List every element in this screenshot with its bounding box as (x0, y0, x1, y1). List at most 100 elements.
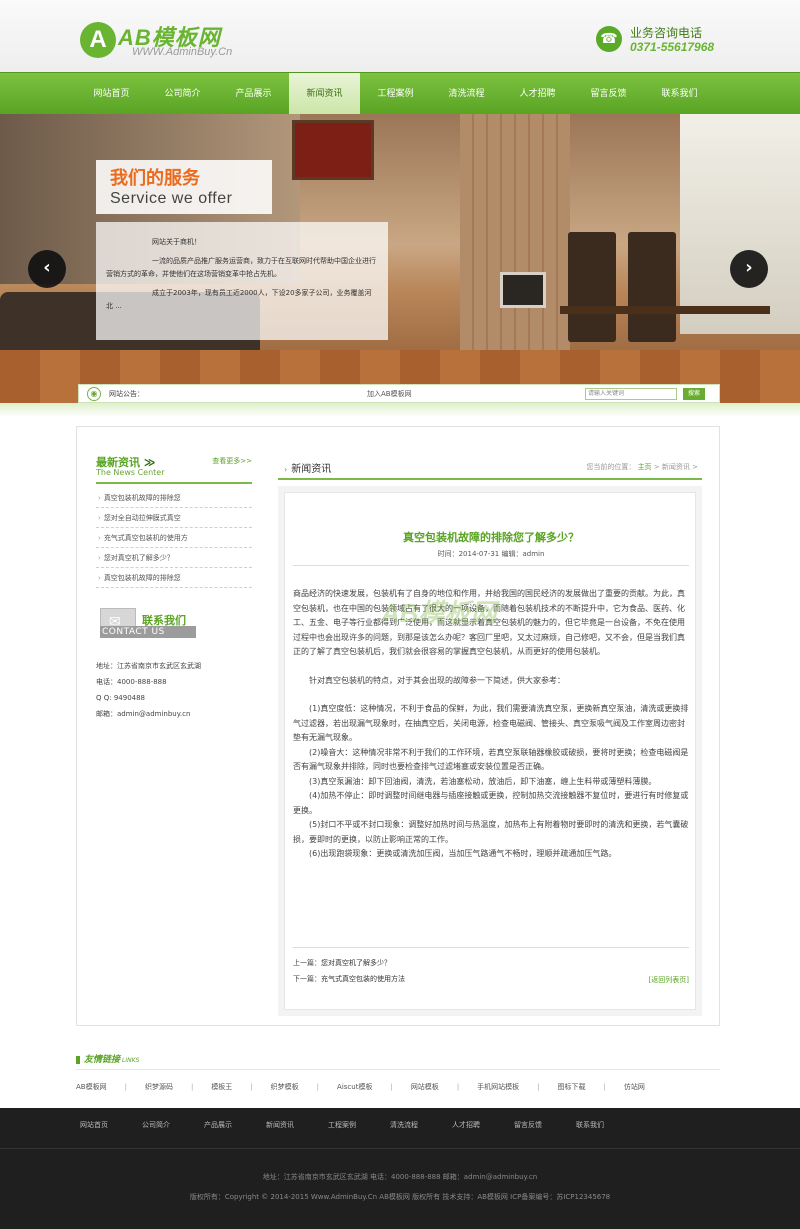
bullet-icon: › (98, 534, 101, 542)
article-paragraph: (3)真空泵漏油：卸下回油阀，清洗，若油塞松动，放油后，卸下油塞，缠上生料带或薄… (309, 776, 657, 786)
friend-links-title-en: LINKS (122, 1057, 140, 1064)
service-paragraph: 一流的品质产品推广服务运营商，致力于在互联网时代帮助中国企业进行营销方式的革命，… (106, 257, 376, 278)
logo-badge-icon: A (80, 22, 116, 58)
watermark-logo: AB模板网 (381, 598, 497, 628)
friend-link[interactable]: Aiscut模板 | (337, 1082, 393, 1092)
friend-link-label: 仿站网 (623, 1083, 645, 1091)
separator: | (316, 1083, 320, 1091)
nav-item-jobs[interactable]: 人才招聘 (502, 73, 573, 115)
friend-link[interactable]: 手机网站模板 | (477, 1082, 539, 1092)
bullet-icon: › (98, 514, 101, 522)
footer-copyright: 版权所有：Copyright © 2014-2015 Www.AdminBuy.… (189, 1193, 611, 1201)
next-article-link[interactable]: 充气式真空包装的使用方法 (321, 975, 405, 983)
friend-link-label: 织梦模板 (270, 1083, 299, 1091)
speaker-icon: ◉ (87, 387, 101, 401)
nav-item-process[interactable]: 清洗流程 (431, 73, 502, 115)
article-paragraph: (6)出现跑袋现象：更换或清洗加压阀，当加压气路通气不畅时，理顺并疏通加压气路。 (309, 849, 617, 858)
next-article: 下一篇：充气式真空包装的使用方法 (293, 971, 689, 987)
friend-link-label: 图标下载 (557, 1083, 586, 1091)
footer-nav-item[interactable]: 网站首页 (80, 1120, 108, 1130)
banner-prev-arrow-icon[interactable]: ‹ (28, 250, 66, 288)
news-list-item[interactable]: › 您对全自动拉伸膜式真空 (96, 508, 252, 528)
banner-chair (568, 232, 616, 342)
nav-item-contact[interactable]: 联系我们 (644, 73, 715, 115)
site-logo[interactable]: A AB模板网 WWW.AdminBuy.Cn (80, 16, 260, 62)
contact-title-en: CONTACT US (100, 626, 196, 638)
separator: | (190, 1083, 194, 1091)
hotline-number: 0371-55617968 (630, 40, 715, 54)
nav-item-about[interactable]: 公司简介 (147, 73, 218, 115)
friend-links-title-text: 友情链接 (84, 1055, 121, 1065)
contact-phone: 电话：4000-888-888 (96, 678, 167, 686)
footer-nav-item[interactable]: 公司简介 (142, 1120, 170, 1130)
separator: | (250, 1083, 253, 1091)
friend-link[interactable]: 网站模板 | (411, 1082, 459, 1092)
banner-fireplace (500, 272, 546, 308)
footer-nav-item[interactable]: 新闻资讯 (266, 1120, 294, 1130)
service-title-zh: 我们的服务 (110, 168, 200, 189)
friend-link-label: Aiscut模板 (337, 1083, 373, 1091)
hotline: ☎ 业务咨询电话 0371-55617968 (596, 24, 736, 58)
search-input[interactable]: 请输入关键词 (585, 388, 677, 400)
news-list-item[interactable]: › 充气式真空包装机的使用方 (96, 528, 252, 548)
breadcrumb-current[interactable]: 新闻资讯 (662, 463, 690, 471)
notice-text[interactable]: 加入AB模板网 (367, 389, 412, 399)
contact-info: 地址：江苏省南京市玄武区玄武湖 电话：4000-888-888 Q Q: 949… (96, 658, 256, 722)
contact-qq: Q Q: 9490488 (96, 694, 146, 702)
prev-article-link[interactable]: 您对真空机了解多少？ (321, 959, 391, 967)
divider (293, 947, 689, 948)
notice-label: 网站公告： (109, 390, 144, 398)
divider (76, 1069, 720, 1070)
service-greeting: 网站关于商机！ (152, 238, 201, 246)
friend-link-label: 织梦源码 (144, 1083, 173, 1091)
contact-address: 地址：江苏省南京市玄武区玄武湖 (96, 662, 201, 670)
footer-nav-item[interactable]: 留言反馈 (514, 1120, 542, 1130)
logo-url: WWW.AdminBuy.Cn (132, 46, 233, 58)
footer-nav-item[interactable]: 产品展示 (204, 1120, 232, 1130)
friend-link[interactable]: AB模板网 | (76, 1082, 127, 1092)
prev-next-nav: 上一篇：您对真空机了解多少？ 下一篇：充气式真空包装的使用方法 [返回列表页] (293, 947, 689, 988)
footer-nav-item[interactable]: 人才招聘 (452, 1120, 480, 1130)
banner-next-arrow-icon[interactable]: › (730, 250, 768, 288)
nav-item-feedback[interactable]: 留言反馈 (573, 73, 644, 115)
friend-link[interactable]: 织梦源码 | (145, 1082, 193, 1092)
news-item-label: 真空包装机故障的排除您 (103, 574, 181, 582)
footer-nav-item[interactable]: 联系我们 (576, 1120, 604, 1130)
banner-table (560, 306, 770, 314)
arrow-right-icon: › (284, 465, 288, 474)
breadcrumb-prefix: 您当前的位置： (586, 463, 636, 471)
divider (293, 565, 689, 566)
more-link[interactable]: 查看更多>> (212, 456, 252, 466)
article: 真空包装机故障的排除您了解多少？ 时间：2014-07-31 编辑：admin … (278, 486, 702, 1016)
news-list: › 真空包装机故障的排除您 › 您对全自动拉伸膜式真空 › 充气式真空包装机的使用方 … (96, 488, 252, 588)
contact-email: 邮箱：admin@admin​buy.cn (96, 710, 191, 718)
news-list-item[interactable]: › 您对真空机了解多少？ (96, 548, 252, 568)
friend-link[interactable]: 图标下载 | (558, 1082, 606, 1092)
article-meta: 时间：2014-07-31 编辑：admin (437, 550, 545, 558)
bullet-icon: › (98, 574, 101, 582)
footer-nav-item[interactable]: 工程案例 (328, 1120, 356, 1130)
friend-link[interactable]: 仿站网 (624, 1082, 645, 1092)
friend-link[interactable]: 模板王 | (211, 1082, 252, 1092)
nav-item-cases[interactable]: 工程案例 (360, 73, 431, 115)
news-list-item[interactable]: › 真空包装机故障的排除您 (96, 488, 252, 508)
breadcrumb-sep: > (692, 463, 698, 471)
back-to-list-link[interactable]: [返回列表页] (649, 972, 689, 988)
article-paragraph: (5)封口不平或不封口现象：调整好加热时间与热温度，加热布上有附着物时要即时的清… (293, 820, 689, 844)
bullet-square-icon (76, 1055, 80, 1064)
breadcrumb: 您当前的位置： 主页 > 新闻资讯 > (586, 462, 698, 472)
footer-nav-item[interactable]: 清洗流程 (390, 1120, 418, 1130)
nav-item-products[interactable]: 产品展示 (218, 73, 289, 115)
content-header-wrap: › 新闻资讯 您当前的位置： 主页 > 新闻资讯 > (278, 454, 702, 480)
content-header: › 新闻资讯 您当前的位置： 主页 > 新闻资讯 > (278, 454, 702, 480)
breadcrumb-home[interactable]: 主页 (638, 463, 652, 471)
search-button[interactable]: 搜索 (683, 388, 705, 400)
news-item-label: 您对真空机了解多少？ (103, 554, 174, 562)
news-item-label: 真空包装机故障的排除您 (103, 494, 181, 502)
friend-link[interactable]: 织梦模板 | (271, 1082, 319, 1092)
nav-item-news[interactable]: 新闻资讯 (289, 73, 360, 115)
article-paragraph: (2)噪音大：这种情况非常不利于我们的工作环境，若真空泵联轴器橡胶或破损，要将时… (293, 747, 689, 772)
news-list-item[interactable]: › 真空包装机故障的排除您 (96, 568, 252, 588)
separator: | (603, 1083, 606, 1091)
nav-item-home[interactable]: 网站首页 (76, 73, 147, 115)
